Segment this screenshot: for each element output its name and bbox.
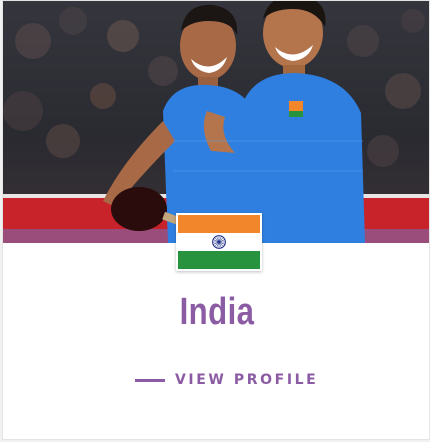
team-photo-illustration bbox=[3, 1, 429, 243]
link-accent-line bbox=[135, 378, 165, 382]
team-photo bbox=[3, 1, 429, 243]
flag-saffron-band bbox=[178, 215, 260, 233]
flag-green-band bbox=[178, 250, 260, 269]
country-name: India bbox=[179, 291, 255, 333]
country-card[interactable]: India VIEW PROFILE bbox=[2, 0, 430, 440]
view-profile-label: VIEW PROFILE bbox=[175, 372, 319, 388]
india-flag-icon bbox=[176, 213, 262, 271]
ashoka-chakra-icon bbox=[212, 235, 226, 249]
view-profile-link[interactable]: VIEW PROFILE bbox=[135, 372, 318, 388]
